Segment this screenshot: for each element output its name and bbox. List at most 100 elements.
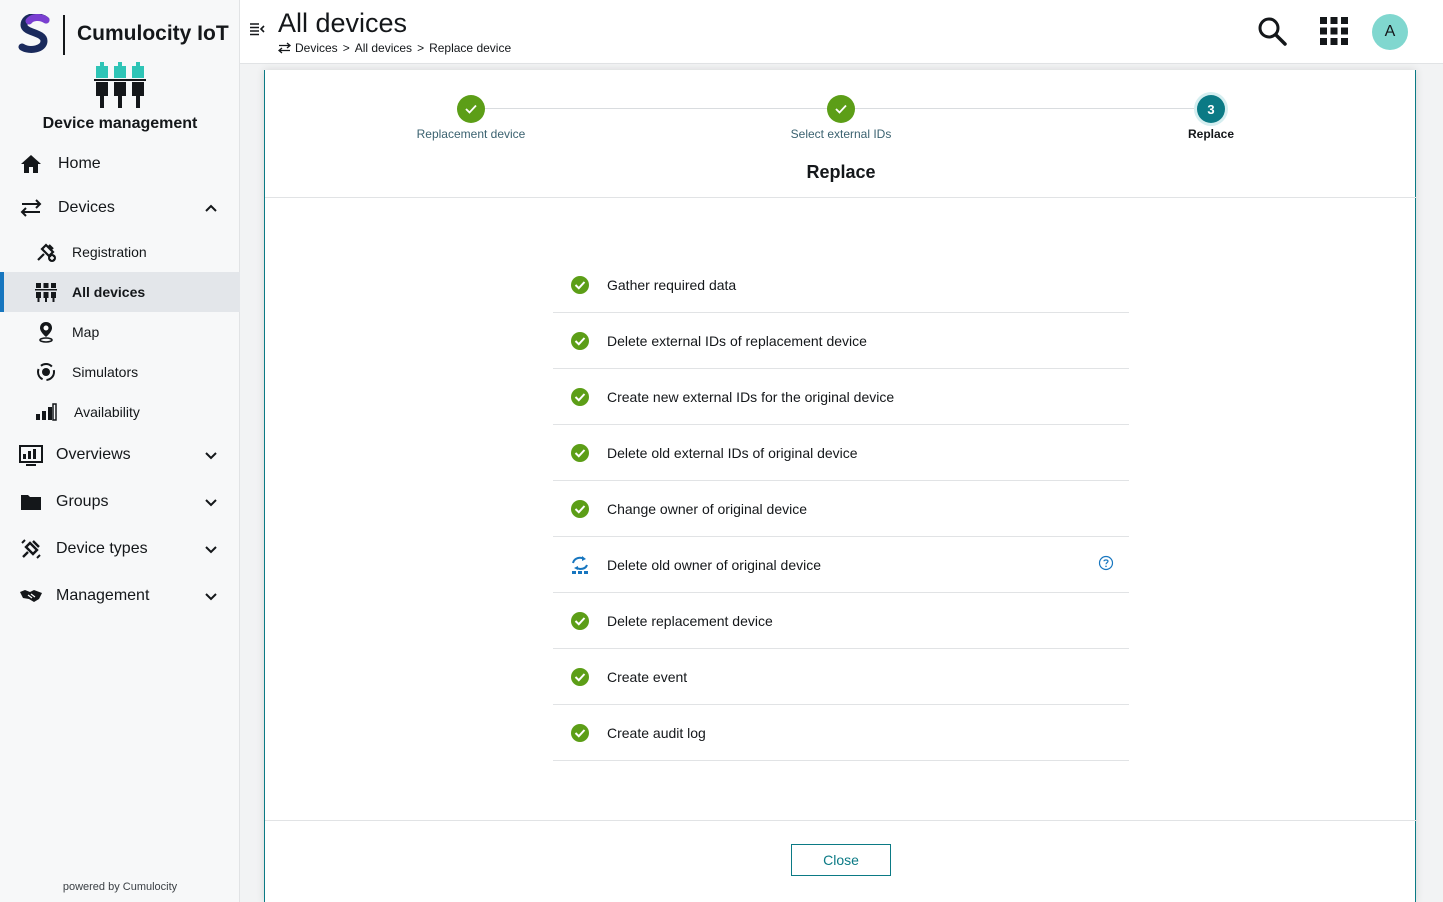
sidebar-item-label: Device types bbox=[56, 540, 148, 557]
close-button[interactable]: Close bbox=[791, 844, 891, 876]
registration-icon bbox=[34, 240, 58, 264]
sidebar-item-map[interactable]: Map bbox=[0, 312, 240, 352]
breadcrumb: Devices > All devices > Replace device bbox=[278, 41, 511, 55]
step-2-label: Select external IDs bbox=[790, 127, 892, 141]
task-label: Delete old owner of original device bbox=[607, 556, 822, 573]
task-item: Change owner of original device bbox=[553, 481, 1129, 537]
powered-by: powered by Cumulocity bbox=[62, 881, 178, 893]
task-item: Gather required data bbox=[553, 257, 1129, 313]
task-label: Delete external IDs of replacement devic… bbox=[607, 332, 867, 349]
sidebar-item-management[interactable]: Management bbox=[0, 574, 240, 618]
sidebar-item-devices[interactable]: Devices bbox=[0, 186, 240, 230]
help-icon[interactable] bbox=[1098, 555, 1114, 571]
app-name: Device management bbox=[42, 115, 198, 132]
devices-icon bbox=[278, 42, 291, 54]
task-label: Change owner of original device bbox=[607, 500, 808, 517]
sidebar-item-label: Availability bbox=[74, 404, 140, 420]
sidebar-item-label: Home bbox=[58, 155, 101, 172]
availability-icon bbox=[34, 400, 58, 424]
sidebar-item-all-devices[interactable]: All devices bbox=[0, 272, 240, 312]
task-item: Create event bbox=[553, 649, 1129, 705]
divider bbox=[265, 197, 1417, 198]
brand-separator bbox=[63, 15, 65, 55]
map-pin-icon bbox=[34, 320, 58, 344]
header: All devices Devices > All devices > Repl… bbox=[240, 0, 1443, 64]
task-item: Delete external IDs of replacement devic… bbox=[553, 313, 1129, 369]
chevron-down-icon[interactable] bbox=[203, 588, 219, 604]
sidebar-item-overviews[interactable]: Overviews bbox=[0, 433, 240, 477]
chevron-down-icon[interactable] bbox=[203, 541, 219, 557]
sidebar-item-label: Groups bbox=[56, 493, 109, 510]
step-3-label: Replace bbox=[1187, 127, 1235, 141]
device-types-icon bbox=[18, 536, 44, 562]
app-switcher-icon[interactable] bbox=[1320, 17, 1348, 45]
task-label: Gather required data bbox=[607, 276, 737, 293]
sidebar-toggle-icon[interactable] bbox=[248, 20, 266, 38]
page-title: All devices bbox=[278, 8, 408, 38]
chevron-down-icon[interactable] bbox=[203, 494, 219, 510]
chevron-down-icon[interactable] bbox=[203, 447, 219, 463]
step-1-done-marker bbox=[457, 95, 485, 123]
task-label: Create event bbox=[607, 668, 688, 685]
sidebar-item-label: Management bbox=[56, 587, 150, 604]
task-list: Gather required data Delete external IDs… bbox=[553, 257, 1129, 761]
breadcrumb-link-all-devices[interactable]: All devices bbox=[355, 41, 412, 55]
sidebar-item-groups[interactable]: Groups bbox=[0, 480, 240, 524]
cumulocity-logo-icon[interactable] bbox=[18, 14, 52, 54]
check-circle-icon bbox=[571, 612, 589, 630]
sidebar-item-registration[interactable]: Registration bbox=[0, 232, 240, 272]
sidebar-item-home[interactable]: Home bbox=[0, 142, 240, 186]
step-connector bbox=[841, 108, 1211, 109]
skipped-sync-icon bbox=[572, 556, 588, 574]
check-circle-icon bbox=[571, 500, 589, 518]
simulators-icon bbox=[34, 360, 58, 384]
step-1-label: Replacement device bbox=[416, 127, 526, 141]
folder-icon bbox=[18, 489, 44, 515]
devices-icon bbox=[18, 195, 44, 221]
check-circle-icon bbox=[571, 332, 589, 350]
task-item: Delete old owner of original device bbox=[553, 537, 1129, 593]
device-management-icon bbox=[94, 62, 146, 108]
check-circle-icon bbox=[571, 276, 589, 294]
task-label: Delete replacement device bbox=[607, 612, 773, 629]
check-circle-icon bbox=[571, 388, 589, 406]
chevron-up-icon[interactable] bbox=[203, 200, 219, 216]
step-connector bbox=[471, 108, 841, 109]
task-item: Delete replacement device bbox=[553, 593, 1129, 649]
check-circle-icon bbox=[571, 444, 589, 462]
search-icon[interactable] bbox=[1257, 16, 1287, 46]
sidebar-item-label: Simulators bbox=[72, 364, 139, 380]
task-label: Create audit log bbox=[607, 724, 706, 741]
check-circle-icon bbox=[571, 668, 589, 686]
task-item: Create audit log bbox=[553, 705, 1129, 761]
overviews-icon bbox=[18, 442, 44, 468]
brand: Cumulocity IoT bbox=[0, 0, 240, 70]
sidebar-item-label: Devices bbox=[58, 199, 115, 216]
breadcrumb-link-devices[interactable]: Devices bbox=[295, 41, 338, 55]
breadcrumb-separator: > bbox=[342, 41, 350, 55]
sidebar-item-availability[interactable]: Availability bbox=[0, 392, 240, 432]
handshake-icon bbox=[18, 583, 44, 609]
task-item: Create new external IDs for the original… bbox=[553, 369, 1129, 425]
replace-device-wizard: Replacement device Select external IDs 3… bbox=[264, 70, 1417, 902]
sidebar-item-label: Registration bbox=[72, 244, 147, 260]
sidebar: Cumulocity IoT Device management Home De… bbox=[0, 0, 240, 902]
brand-name: Cumulocity IoT bbox=[77, 22, 229, 45]
user-avatar[interactable]: A bbox=[1372, 14, 1408, 50]
sidebar-item-simulators[interactable]: Simulators bbox=[0, 352, 240, 392]
sidebar-item-label: Map bbox=[72, 324, 100, 340]
step-3-number: 3 bbox=[1197, 95, 1225, 123]
check-circle-icon bbox=[571, 724, 589, 742]
sidebar-item-device-types[interactable]: Device types bbox=[0, 527, 240, 571]
divider bbox=[265, 820, 1417, 821]
home-icon bbox=[18, 151, 44, 177]
task-label: Delete old external IDs of original devi… bbox=[607, 444, 858, 461]
all-devices-icon bbox=[34, 280, 58, 304]
sidebar-item-label: Overviews bbox=[56, 446, 131, 463]
wizard-stepper: Replacement device Select external IDs 3… bbox=[265, 70, 1417, 150]
step-2-done-marker bbox=[827, 95, 855, 123]
task-label: Create new external IDs for the original… bbox=[607, 388, 895, 405]
breadcrumb-separator: > bbox=[417, 41, 425, 55]
modal-title: Replace bbox=[806, 162, 876, 182]
check-icon bbox=[465, 104, 477, 114]
